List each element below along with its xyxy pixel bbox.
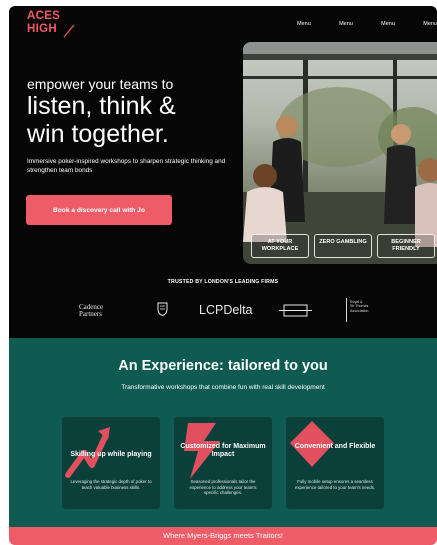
card-desc-skilling: Leveraging the strategic depth of poker … xyxy=(70,479,152,490)
hero-photo: AT YOUR WORKPLACE ZERO GAMBLING BEGINNER… xyxy=(243,42,437,264)
card-title-customized: Customized for Maximum Impact xyxy=(180,443,266,458)
nav-item-1[interactable]: Menu xyxy=(297,21,311,27)
experience-title-prefix: An Experience: xyxy=(118,358,228,374)
workshop-photo-illustration xyxy=(243,42,437,264)
feature-card-convenient: Convenient and Flexible Fully mobile set… xyxy=(286,417,384,509)
client-logos: Cadence Partners LCPDelta Royal & Sir Th… xyxy=(9,298,437,323)
assoc-line-2: Sir Thomas xyxy=(350,304,369,309)
tag-zero-gambling: ZERO GAMBLING xyxy=(314,234,372,258)
association-bar xyxy=(346,298,347,322)
headline-line-1: listen, think & xyxy=(27,92,176,120)
experience-title-bold: tailored to you xyxy=(227,358,328,374)
nav-item-3[interactable]: Menu xyxy=(381,21,395,27)
discovery-call-button[interactable]: Book a discovery call with Jo xyxy=(26,195,172,225)
hero-section: ACES HIGH Menu Menu Menu Menu empower yo… xyxy=(9,6,437,338)
logo-slash-icon xyxy=(63,24,75,38)
card-desc-convenient: Fully mobile setup ensures a seamless ex… xyxy=(294,479,376,490)
hero-headline: listen, think & win together. xyxy=(27,92,176,148)
headline-line-2: win together. xyxy=(27,120,169,148)
tagline-banner: Where Myers-Briggs meets Traitors! xyxy=(9,527,437,545)
brand-logo[interactable]: ACES HIGH xyxy=(27,10,75,38)
hero-subtext: Immersive poker-inspired workshops to sh… xyxy=(27,158,226,174)
nav-item-2[interactable]: Menu xyxy=(339,21,353,27)
experience-title: An Experience: tailored to you xyxy=(9,358,437,374)
tag-workplace: AT YOUR WORKPLACE xyxy=(251,234,309,258)
feature-card-customized: Customized for Maximum Impact Seasoned p… xyxy=(174,417,272,509)
photo-tags: AT YOUR WORKPLACE ZERO GAMBLING BEGINNER… xyxy=(251,234,435,258)
nav-item-4[interactable]: Menu xyxy=(423,21,437,27)
card-title-convenient: Convenient and Flexible xyxy=(294,443,376,450)
lcp-delta-logo: LCPDelta xyxy=(199,303,253,317)
experience-section: An Experience: tailored to you Transform… xyxy=(9,338,437,527)
geometric-logo-icon xyxy=(279,304,312,317)
diamond-icon xyxy=(290,421,334,467)
arrow-up-icon xyxy=(65,427,110,478)
assoc-line-3: Association xyxy=(350,308,369,313)
logo-line-2: HIGH xyxy=(27,23,57,35)
cadence-partners-logo: Cadence Partners xyxy=(79,304,103,318)
page: ACES HIGH Menu Menu Menu Menu empower yo… xyxy=(9,6,437,545)
association-logo: Royal & Sir Thomas Association xyxy=(346,298,386,322)
top-nav: Menu Menu Menu Menu xyxy=(297,21,437,27)
card-desc-customized: Seasoned professionals tailor the experi… xyxy=(189,479,257,496)
card-title-skilling: Skilling up while playing xyxy=(70,451,152,458)
hero-kicker: empower your teams to xyxy=(27,76,174,92)
association-text: Royal & Sir Thomas Association xyxy=(350,300,368,313)
shield-logo-icon xyxy=(157,302,168,316)
experience-subtitle: Transformative workshops that combine fu… xyxy=(121,384,325,391)
tag-beginner-friendly: BEGINNER FRIENDLY xyxy=(377,234,435,258)
feature-card-skilling: Skilling up while playing Leveraging the… xyxy=(62,417,160,509)
cadence-line-2: Partners xyxy=(79,310,102,318)
trusted-heading: TRUSTED BY LONDON'S LEADING FIRMS xyxy=(167,279,279,285)
logo-line-1: ACES xyxy=(27,10,61,22)
